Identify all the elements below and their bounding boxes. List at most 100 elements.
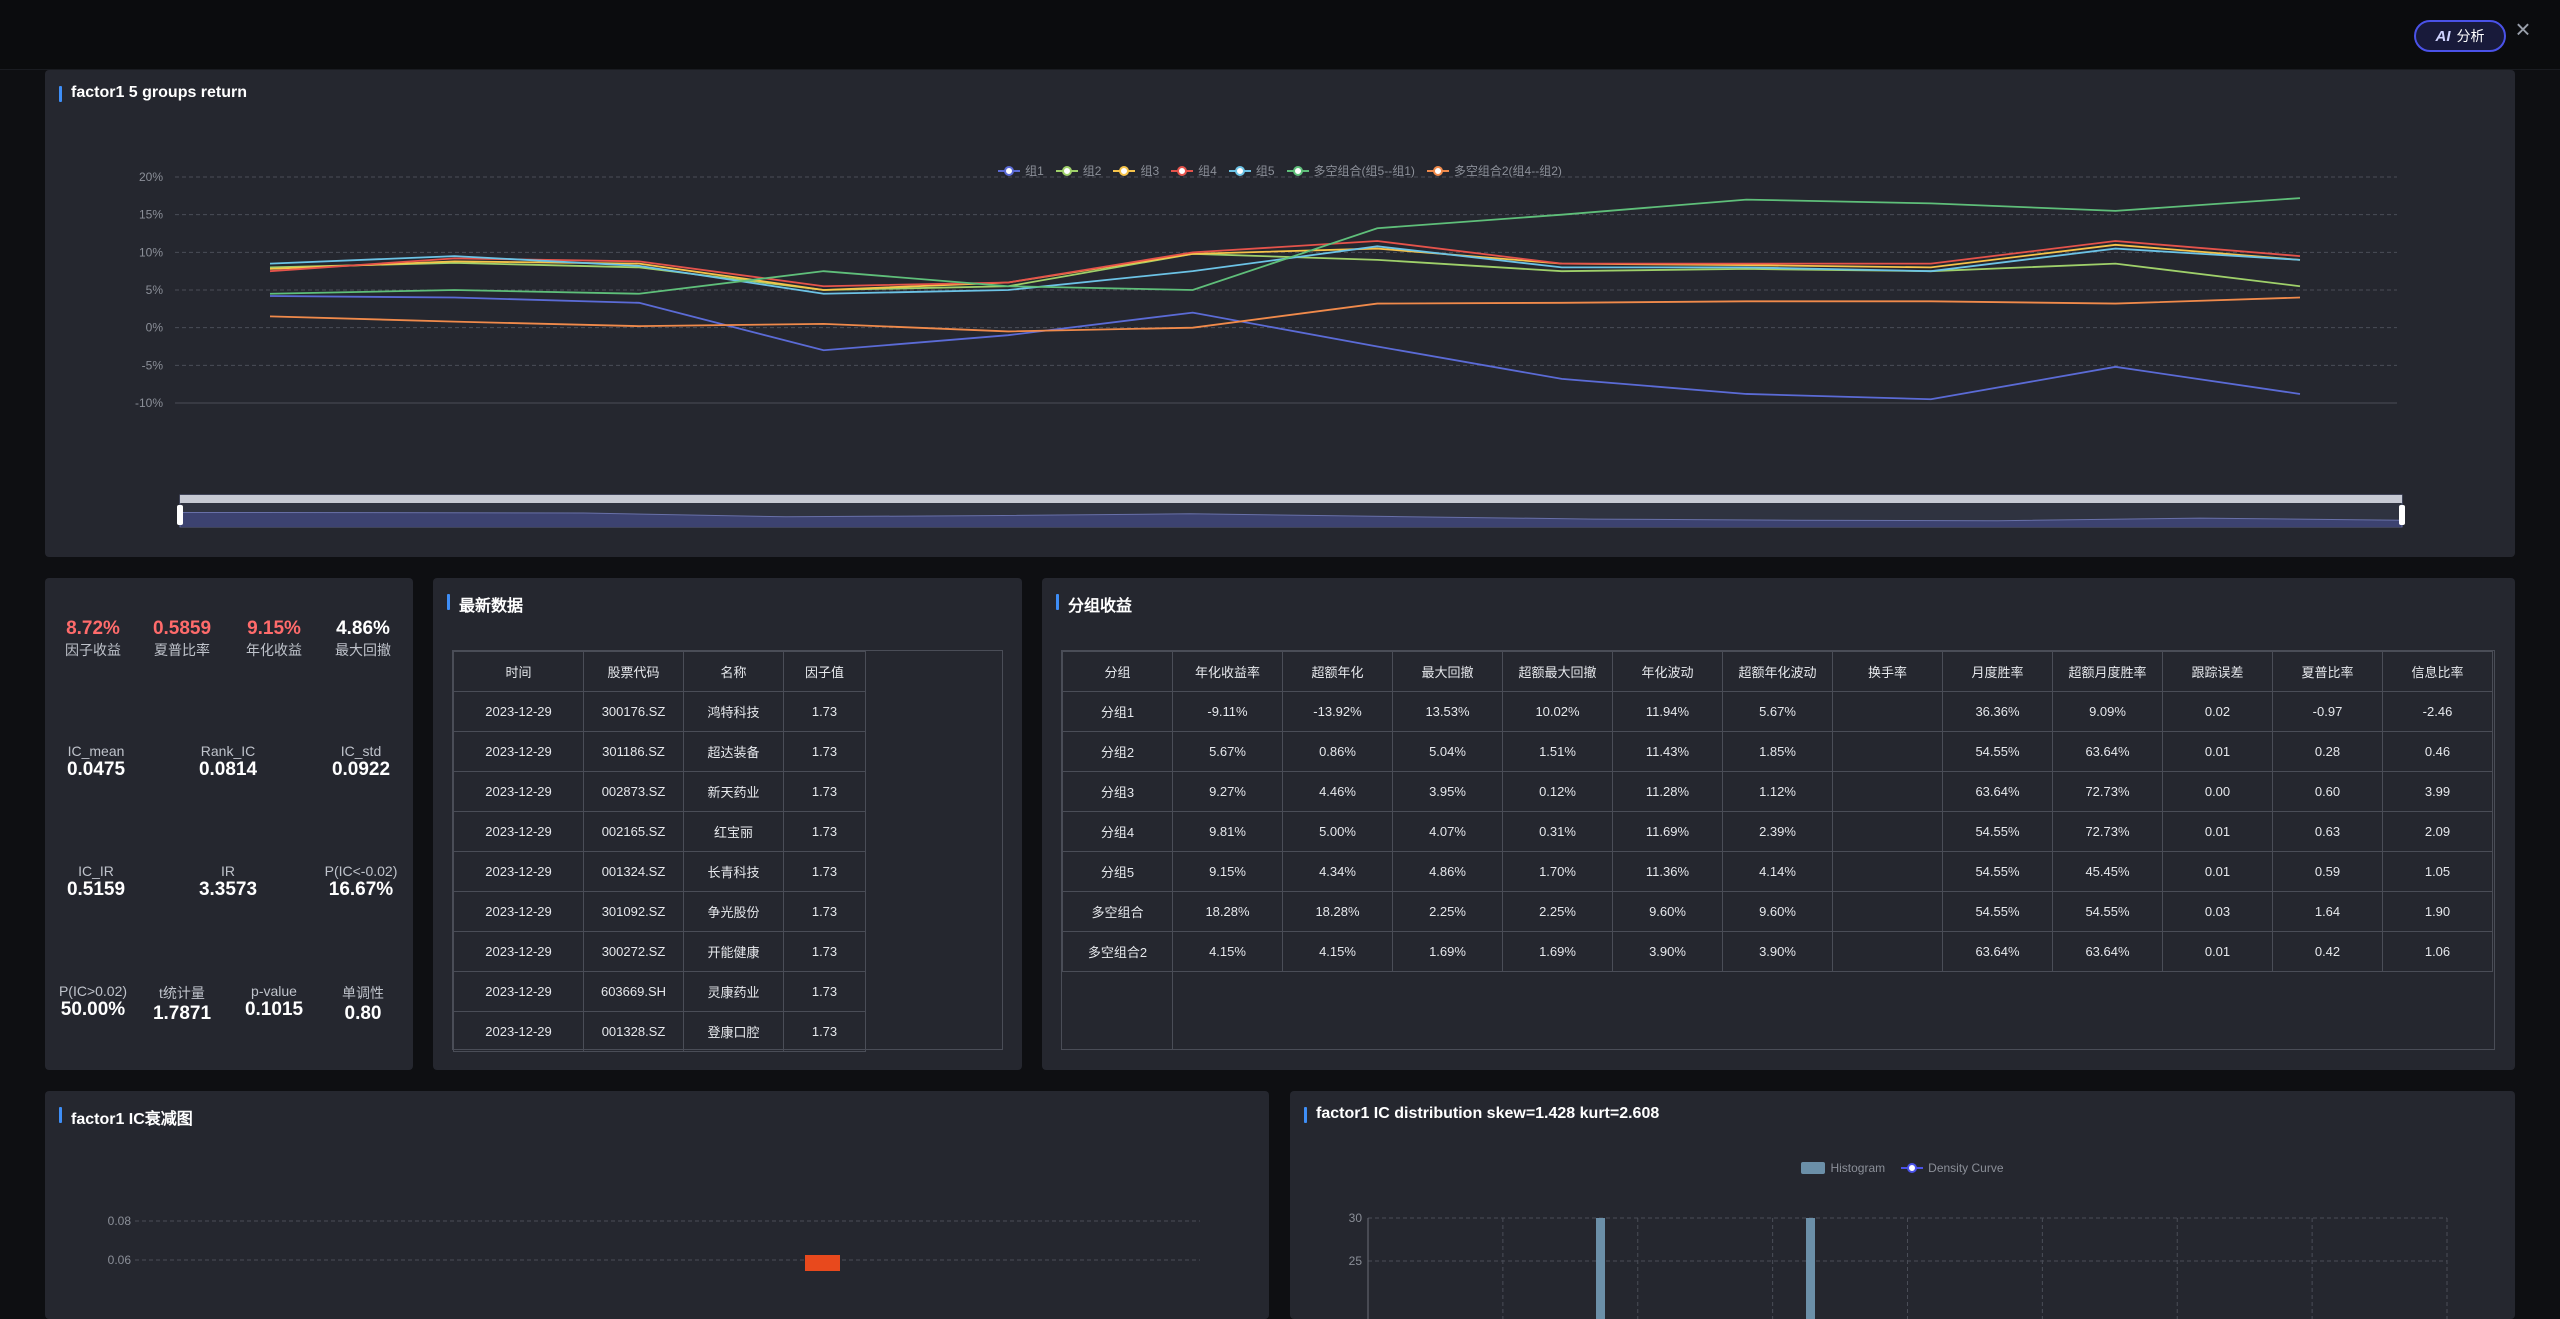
column-header[interactable]: 分组	[1062, 651, 1173, 692]
table-cell: 0.01	[2162, 731, 2273, 772]
latest-table: 时间 股票代码 名称 因子值 2023-12-29 300176.SZ 鸿特科技 1.73 20…	[453, 651, 866, 1052]
table-cell: 新天药业	[683, 771, 784, 812]
table-cell: 2.25%	[1502, 891, 1613, 932]
stat-1-3: 4.86% 最大回撤	[318, 618, 408, 660]
column-header[interactable]: 超额年化	[1282, 651, 1393, 692]
group-returns-title: 分组收益	[1056, 592, 1132, 616]
table-row[interactable]: 分组3 9.27% 4.46% 3.95% 0.12% 11.28% 1.12% 63.64%…	[1062, 771, 2493, 812]
table-cell: 1.73	[783, 851, 866, 892]
table-row[interactable]: 分组4 9.81% 5.00% 4.07% 0.31% 11.69% 2.39% 54.55%…	[1062, 811, 2493, 852]
table-row[interactable]: 2023-12-29 301092.SZ 争光股份 1.73	[453, 891, 866, 932]
table-cell: 1.64	[2272, 891, 2383, 932]
table-cell: 300176.SZ	[583, 691, 684, 732]
column-header[interactable]: 超额最大回撤	[1502, 651, 1613, 692]
table-cell	[1832, 811, 1943, 852]
column-header[interactable]: 名称	[683, 651, 784, 692]
stat-2-1: Rank_IC 0.0814	[183, 741, 273, 781]
table-cell: 4.86%	[1392, 851, 1503, 892]
column-header[interactable]: 月度胜率	[1942, 651, 2053, 692]
column-header[interactable]: 时间	[453, 651, 584, 692]
column-header[interactable]: 因子值	[783, 651, 866, 692]
table-row[interactable]: 2023-12-29 002873.SZ 新天药业 1.73	[453, 771, 866, 812]
table-cell: -13.92%	[1282, 691, 1393, 732]
stat-2-0: IC_mean 0.0475	[51, 741, 141, 781]
table-cell: 3.95%	[1392, 771, 1503, 812]
table-cell: 多空组合2	[1062, 931, 1173, 972]
stat-label: IC_mean	[67, 743, 125, 759]
table-cell: 36.36%	[1942, 691, 2053, 732]
table-cell: 1.73	[783, 931, 866, 972]
table-cell: 4.34%	[1282, 851, 1393, 892]
table-cell: 3.90%	[1612, 931, 1723, 972]
y-tick-label: 0.06	[108, 1253, 132, 1267]
close-icon[interactable]: ×	[2510, 16, 2536, 42]
table-cell	[1832, 731, 1943, 772]
table-cell: 2023-12-29	[453, 811, 584, 852]
table-row[interactable]: 2023-12-29 300176.SZ 鸿特科技 1.73	[453, 691, 866, 732]
returns-panel: factor1 5 groups return 组1 组2 组3 组4 组5 多空组合(组…	[45, 70, 2515, 557]
table-cell: 002873.SZ	[583, 771, 684, 812]
column-header[interactable]: 最大回撤	[1392, 651, 1503, 692]
table-cell	[1832, 691, 1943, 732]
table-cell: 13.53%	[1392, 691, 1503, 732]
table-cell: 2023-12-29	[453, 971, 584, 1012]
table-cell: 11.43%	[1612, 731, 1723, 772]
stat-4-0: P(IC>0.02) 50.00%	[48, 981, 138, 1021]
stat-3-2: P(IC<-0.02) 16.67%	[316, 861, 406, 901]
table-cell	[1832, 851, 1943, 892]
stat-4-3: 单调性 0.80	[318, 981, 408, 1025]
column-header[interactable]: 跟踪误差	[2162, 651, 2273, 692]
column-header[interactable]: 信息比率	[2382, 651, 2493, 692]
table-cell: 1.73	[783, 891, 866, 932]
table-row[interactable]: 2023-12-29 301186.SZ 超达装备 1.73	[453, 731, 866, 772]
column-header[interactable]: 夏普比率	[2272, 651, 2383, 692]
table-cell: 002165.SZ	[583, 811, 684, 852]
table-cell: 0.01	[2162, 851, 2273, 892]
table-cell: 9.60%	[1612, 891, 1723, 932]
table-row[interactable]: 2023-12-29 300272.SZ 开能健康 1.73	[453, 931, 866, 972]
stat-label: P(IC<-0.02)	[324, 863, 398, 879]
table-cell: 11.69%	[1612, 811, 1723, 852]
column-header[interactable]: 超额月度胜率	[2052, 651, 2163, 692]
latest-data-panel: 最新数据 时间 股票代码 名称 因子值 2023-12-29 300176.SZ 鸿特科技 1…	[433, 578, 1022, 1070]
column-header[interactable]: 年化波动	[1612, 651, 1723, 692]
stat-value: 0.5159	[66, 879, 126, 900]
column-header[interactable]: 股票代码	[583, 651, 684, 692]
table-row[interactable]: 分组2 5.67% 0.86% 5.04% 1.51% 11.43% 1.85% 54.55%…	[1062, 731, 2493, 772]
table-cell: 603669.SH	[583, 971, 684, 1012]
stat-label: IC_IR	[78, 863, 114, 879]
decay-bar	[805, 1255, 840, 1271]
table-cell: 5.67%	[1172, 731, 1283, 772]
table-cell: 4.15%	[1282, 931, 1393, 972]
ic-dist-chart: 30 25	[1349, 1211, 2448, 1319]
table-cell: 分组1	[1062, 691, 1173, 732]
stat-value: 0.0814	[198, 759, 258, 780]
table-row[interactable]: 2023-12-29 001324.SZ 长青科技 1.73	[453, 851, 866, 892]
table-row[interactable]: 多空组合2 4.15% 4.15% 1.69% 1.69% 3.90% 3.90% 63.64…	[1062, 931, 2493, 972]
column-header[interactable]: 超额年化波动	[1722, 651, 1833, 692]
table-row[interactable]: 2023-12-29 001328.SZ 登康口腔 1.73	[453, 1011, 866, 1052]
table-row[interactable]: 多空组合 18.28% 18.28% 2.25% 2.25% 9.60% 9.60% 54.5…	[1062, 891, 2493, 932]
table-cell: 0.00	[2162, 771, 2273, 812]
table-cell: 长青科技	[683, 851, 784, 892]
table-cell: 301186.SZ	[583, 731, 684, 772]
table-cell: 0.63	[2272, 811, 2383, 852]
table-cell: 1.73	[783, 811, 866, 852]
table-cell: 2023-12-29	[453, 691, 584, 732]
table-row[interactable]: 分组5 9.15% 4.34% 4.86% 1.70% 11.36% 4.14% 54.55%…	[1062, 851, 2493, 892]
table-cell: 63.64%	[2052, 731, 2163, 772]
table-cell: 63.64%	[1942, 771, 2053, 812]
table-row[interactable]: 2023-12-29 002165.SZ 红宝丽 1.73	[453, 811, 866, 852]
column-header[interactable]: 换手率	[1832, 651, 1943, 692]
table-cell: 争光股份	[683, 891, 784, 932]
y-tick-label: 0%	[146, 321, 164, 335]
series-line-3	[269, 243, 2301, 291]
table-row[interactable]: 2023-12-29 603669.SH 灵康药业 1.73	[453, 971, 866, 1012]
column-header[interactable]: 年化收益率	[1172, 651, 1283, 692]
stat-label: 最大回撤	[335, 642, 391, 658]
table-cell: 54.55%	[1942, 811, 2053, 852]
ai-analyze-button[interactable]: AI 分析	[2414, 20, 2506, 52]
table-cell: 45.45%	[2052, 851, 2163, 892]
table-row[interactable]: 分组1 -9.11% -13.92% 13.53% 10.02% 11.94% 5.67% 3…	[1062, 691, 2493, 732]
table-cell: 18.28%	[1282, 891, 1393, 932]
